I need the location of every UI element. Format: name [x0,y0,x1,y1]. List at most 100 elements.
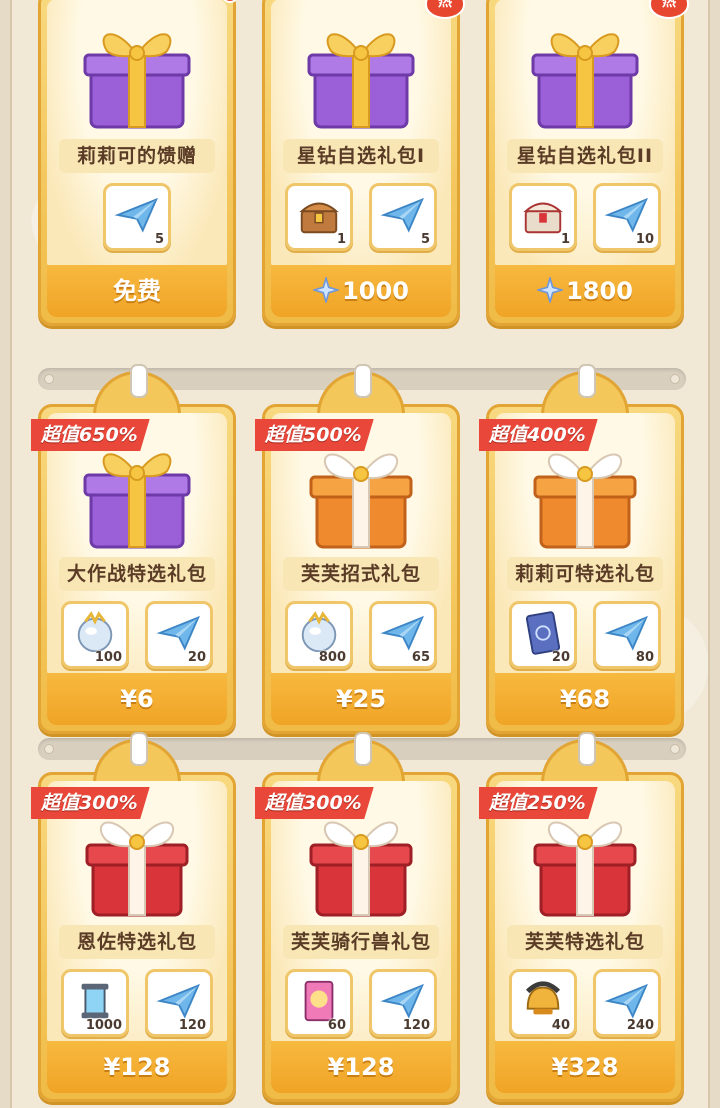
treasure-chest-icon [296,192,342,238]
gift-box-icon [301,21,421,133]
buy-button[interactable]: ¥6 [47,673,227,725]
reward-item[interactable]: 80 [593,601,661,669]
pack-title: 星钻自选礼包I [283,139,439,173]
price-label: 1800 [566,277,633,305]
reward-item[interactable]: 100 [61,601,129,669]
gift-pack-card[interactable]: 莉莉可的馈赠 5 免费 [38,0,239,326]
pack-title: 恩佐特选礼包 [59,925,215,959]
buy-button[interactable]: 1000 [271,265,451,317]
reward-quantity: 65 [411,650,430,665]
reward-item[interactable]: 10 [593,183,661,251]
price-label: ¥25 [335,685,387,713]
reward-item[interactable]: 60 [285,969,353,1037]
reward-item[interactable]: 5 [369,183,437,251]
gift-pack-card[interactable]: 超值400% 莉莉可特选礼包 20 80 ¥68 [479,364,684,734]
value-ribbon: 超值500% [255,419,374,451]
reward-list: 1000 120 [41,969,233,1037]
price-label: ¥328 [551,1053,619,1081]
left-scroll-edge [0,0,12,1108]
reward-list: 800 65 [265,601,457,669]
value-ribbon: 超值650% [31,419,150,451]
reward-quantity: 1000 [85,1018,122,1033]
reward-quantity: 5 [154,232,164,247]
gift-pack-card[interactable]: 超值250% 芙芙特选礼包 40 240 ¥328 [479,732,684,1102]
reward-quantity: 20 [187,650,206,665]
pack-title: 芙芙骑行兽礼包 [283,925,439,959]
pack-title: 星钻自选礼包II [507,139,663,173]
star-diamond-icon [537,277,563,303]
reward-list: 20 80 [489,601,681,669]
star-diamond-icon [313,277,339,303]
pack-title: 莉莉可的馈赠 [59,139,215,173]
pack-title: 莉莉可特选礼包 [507,557,663,591]
value-ribbon: 超值300% [255,787,374,819]
gift-box-icon [301,441,421,553]
reward-list: 40 240 [489,969,681,1037]
gift-box-icon [77,441,197,553]
value-ribbon: 超值300% [31,787,150,819]
price-label: ¥128 [327,1053,395,1081]
reward-list: 5 [41,183,233,251]
reward-item[interactable]: 65 [369,601,437,669]
reward-item[interactable]: 120 [145,969,213,1037]
paper-plane-icon [380,192,426,238]
gift-box-icon [525,441,645,553]
buy-button[interactable]: 1800 [495,265,675,317]
paper-plane-icon [114,192,160,238]
pack-title: 大作战特选礼包 [59,557,215,591]
reward-list: 1 10 [489,183,681,251]
buy-button[interactable]: ¥128 [271,1041,451,1093]
reward-item[interactable]: 5 [103,183,171,251]
reward-list: 1 5 [265,183,457,251]
reward-item[interactable]: 1000 [61,969,129,1037]
reward-quantity: 1 [336,232,346,247]
buy-button[interactable]: ¥328 [495,1041,675,1093]
reward-quantity: 800 [318,650,346,665]
pack-title: 芙芙招式礼包 [283,557,439,591]
gift-pack-card[interactable]: 超值650% 大作战特选礼包 100 20 ¥6 [31,364,236,734]
pack-title: 芙芙特选礼包 [507,925,663,959]
reward-item[interactable]: 20 [509,601,577,669]
value-ribbon: 超值400% [479,419,598,451]
reward-quantity: 40 [551,1018,570,1033]
reward-list: 100 20 [41,601,233,669]
reward-list: 60 120 [265,969,457,1037]
price-label: ¥68 [559,685,611,713]
reward-quantity: 100 [94,650,122,665]
buy-button[interactable]: ¥68 [495,673,675,725]
reward-item[interactable]: 120 [369,969,437,1037]
reward-quantity: 1 [560,232,570,247]
gift-pack-card[interactable]: 超值300% 芙芙骑行兽礼包 60 120 ¥128 [255,732,460,1102]
gift-pack-card[interactable]: 超值300% 恩佐特选礼包 1000 120 ¥128 [31,732,236,1102]
buy-button[interactable]: 免费 [47,265,227,317]
gift-pack-card[interactable]: 热星钻自选礼包II 1 10 1800 [486,0,689,326]
gift-box-icon [525,809,645,921]
buy-button[interactable]: ¥128 [47,1041,227,1093]
gift-pack-card[interactable]: 超值500% 芙芙招式礼包 800 65 ¥25 [255,364,460,734]
buy-button[interactable]: ¥25 [271,673,451,725]
gift-box-icon [301,809,421,921]
reward-quantity: 10 [635,232,654,247]
price-label: 免费 [113,277,161,305]
gift-box-icon [77,809,197,921]
royal-chest-icon [520,192,566,238]
reward-quantity: 240 [626,1018,654,1033]
price-label: ¥6 [120,685,154,713]
gift-box-icon [525,21,645,133]
reward-quantity: 120 [402,1018,430,1033]
reward-item[interactable]: 1 [509,183,577,251]
reward-item[interactable]: 1 [285,183,353,251]
price-label: 1000 [342,277,409,305]
reward-item[interactable]: 240 [593,969,661,1037]
reward-quantity: 120 [178,1018,206,1033]
right-scroll-edge [708,0,720,1108]
reward-quantity: 20 [551,650,570,665]
reward-quantity: 60 [327,1018,346,1033]
reward-item[interactable]: 800 [285,601,353,669]
value-ribbon: 超值250% [479,787,598,819]
reward-item[interactable]: 20 [145,601,213,669]
reward-item[interactable]: 40 [509,969,577,1037]
reward-quantity: 80 [635,650,654,665]
gift-pack-card[interactable]: 热星钻自选礼包I 1 5 1000 [262,0,465,326]
price-label: ¥128 [103,1053,171,1081]
